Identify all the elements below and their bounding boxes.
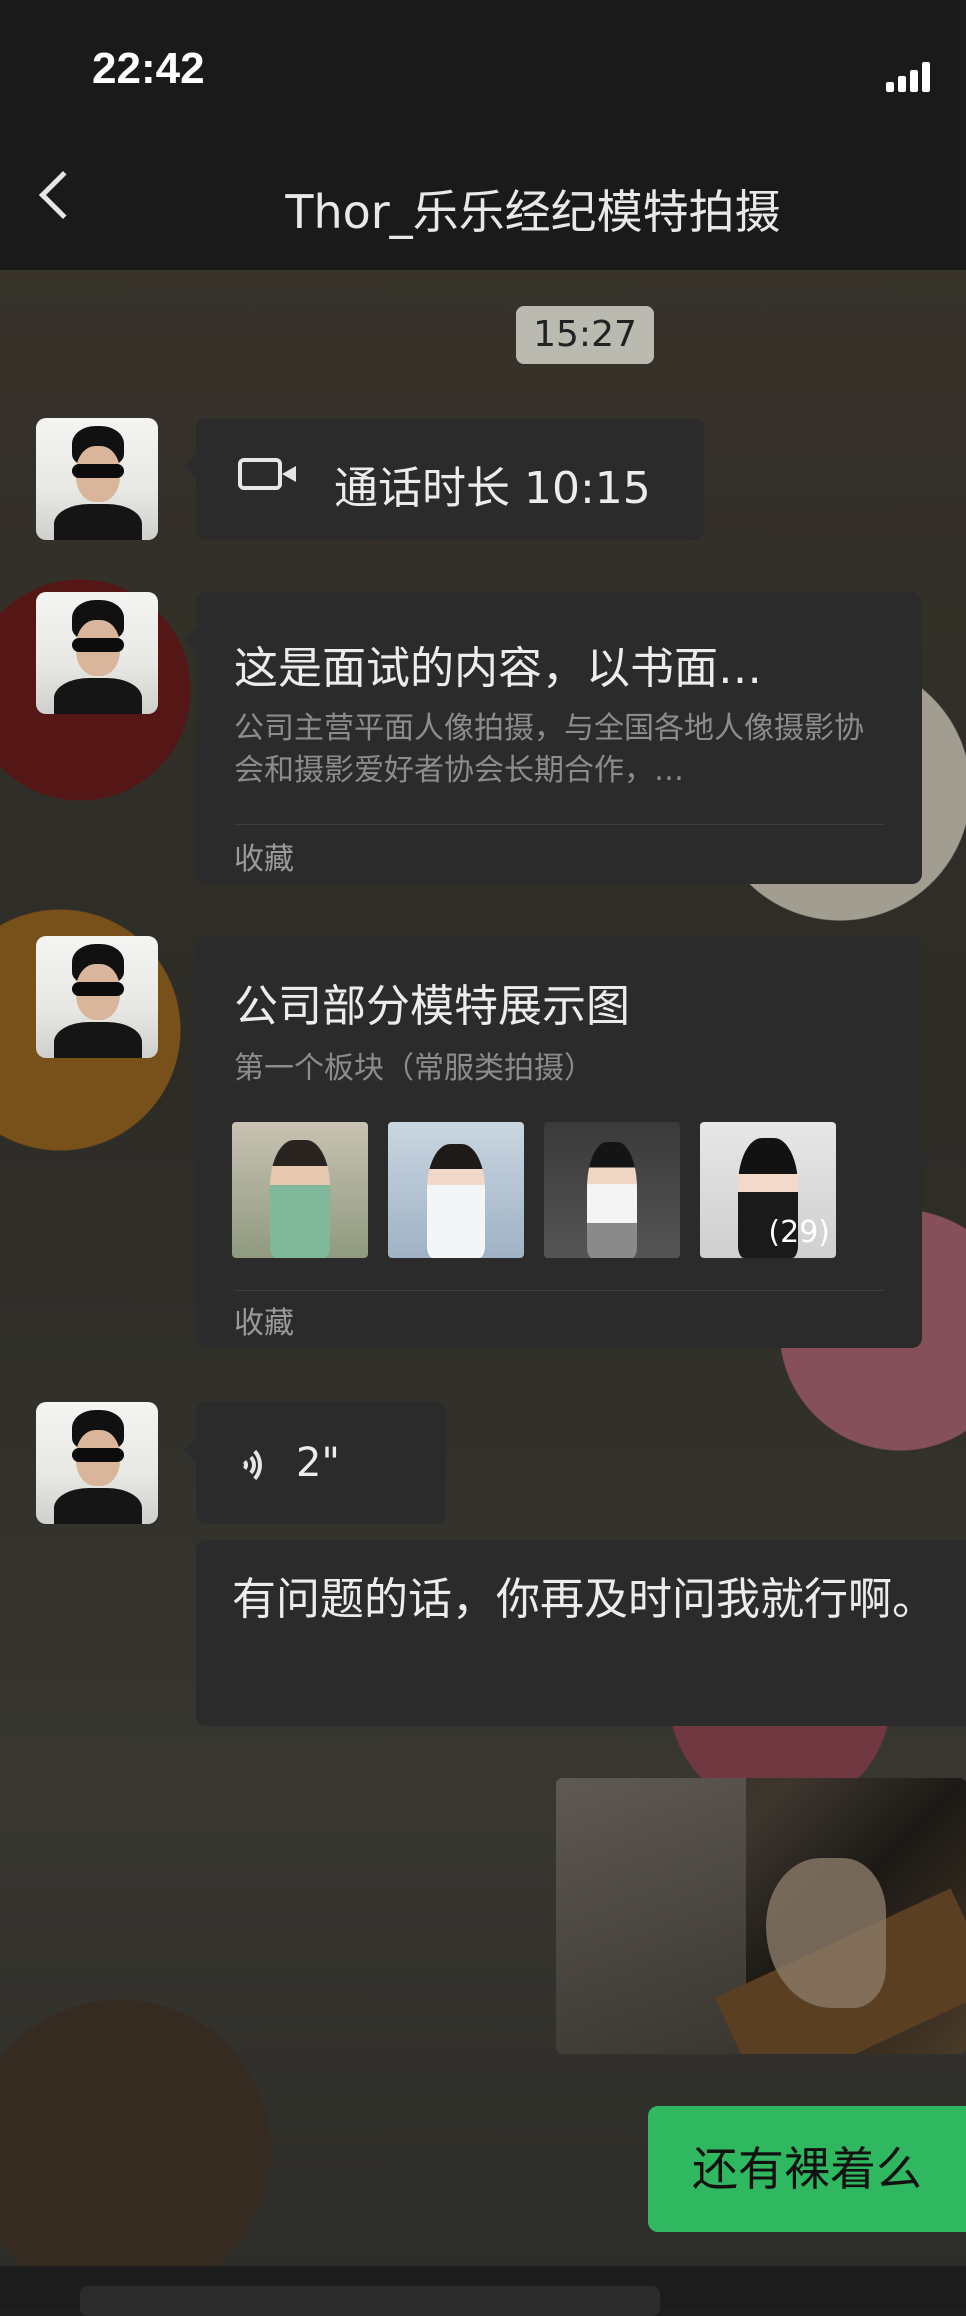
input-bar	[0, 2266, 966, 2316]
voice-message[interactable]: 2"	[184, 1402, 446, 1524]
avatar[interactable]	[36, 418, 158, 540]
divider	[234, 824, 884, 825]
video-call-icon	[238, 458, 296, 490]
favorite-card-desc: 公司主营平面人像拍摄，与全国各地人像摄影协会和摄影爱好者协会长期合作，…	[234, 711, 864, 788]
favorite-card[interactable]: 这是面试的内容，以书面… 公司主营平面人像拍摄，与全国各地人像摄影协会和摄影爱好…	[184, 592, 922, 884]
avatar[interactable]	[36, 1402, 158, 1524]
favorite-card-title: 这是面试的内容，以书面…	[234, 643, 762, 694]
text-message-content: 有问题的话，你再及时问我就行啊。	[232, 1574, 936, 1625]
status-bar: 22:42	[0, 0, 966, 135]
voice-duration: 2"	[296, 1440, 340, 1486]
favorite-card-desc: 第一个板块（常服类拍摄）	[234, 1051, 594, 1086]
call-duration-text: 通话时长 10:15	[334, 463, 651, 514]
model-thumbnail[interactable]	[232, 1122, 368, 1258]
model-thumbnail[interactable]	[544, 1122, 680, 1258]
favorite-card-title: 公司部分模特展示图	[234, 981, 630, 1032]
avatar[interactable]	[36, 592, 158, 714]
signal-icon	[886, 60, 938, 92]
voice-icon	[236, 1444, 270, 1486]
sent-text-message[interactable]: 还有裸着么	[648, 2106, 966, 2232]
favorite-card-footer: 收藏	[234, 842, 294, 877]
message-timestamp: 15:27	[516, 306, 654, 364]
message-input[interactable]	[80, 2286, 660, 2316]
sent-photo[interactable]	[556, 1778, 966, 2054]
model-thumbnail[interactable]: (29)	[700, 1122, 836, 1258]
favorite-card-footer: 收藏	[234, 1306, 294, 1341]
model-thumbnail[interactable]	[388, 1122, 524, 1258]
divider	[234, 1290, 884, 1291]
more-count: (29)	[768, 1215, 830, 1250]
avatar[interactable]	[36, 936, 158, 1058]
text-message[interactable]: 有问题的话，你再及时问我就行啊。	[196, 1540, 966, 1726]
favorite-card-gallery[interactable]: 公司部分模特展示图 第一个板块（常服类拍摄） (29) 收藏	[184, 936, 922, 1348]
status-time: 22:42	[92, 44, 205, 93]
chat-title: Thor_乐乐经纪模特拍摄	[285, 185, 781, 239]
call-record-bubble[interactable]: 通话时长 10:15	[184, 418, 704, 540]
